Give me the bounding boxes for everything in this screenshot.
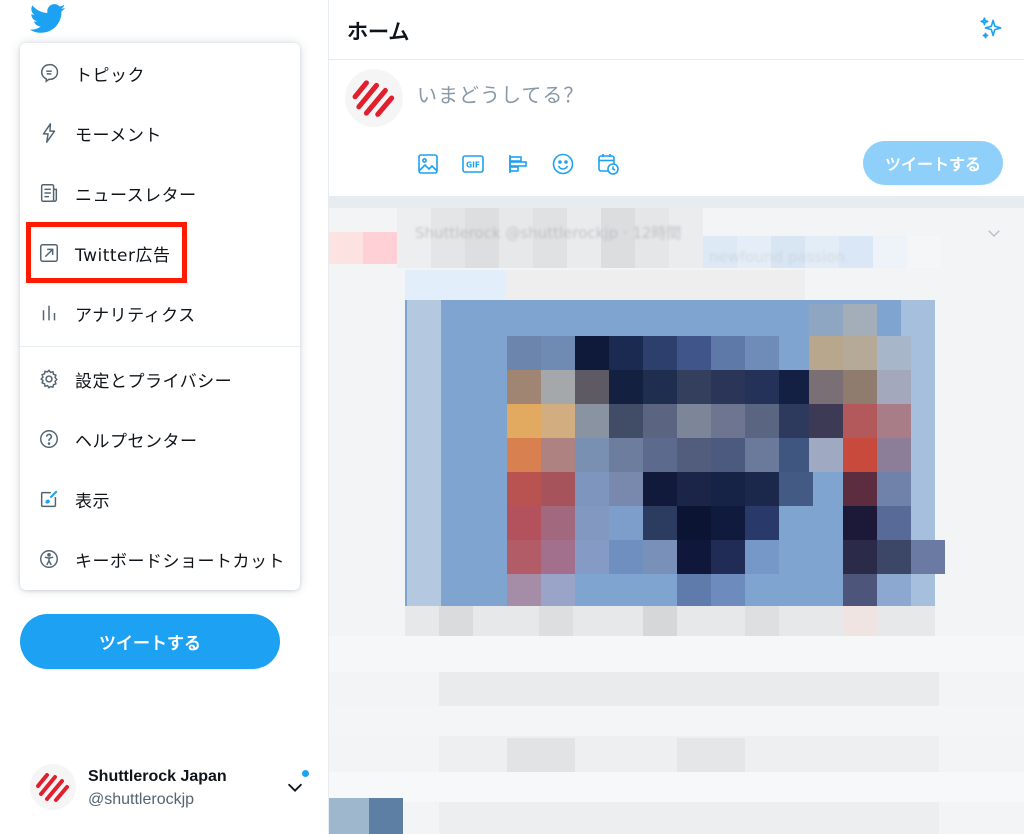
tweet-composer: GIF ツイートする: [329, 61, 1024, 196]
menu-item-label: 表示: [75, 491, 110, 512]
menu-item-label: トピック: [75, 65, 145, 86]
sparkle-icon[interactable]: [979, 16, 1005, 42]
notification-dot: [302, 770, 309, 777]
menu-item-settings-privacy[interactable]: 設定とプライバシー: [20, 351, 300, 407]
left-sidebar: トピック モーメント ニュースレター Twitter広告 アナリティクス 設定と…: [0, 0, 328, 834]
accessibility-icon: [37, 547, 61, 571]
svg-text:GIF: GIF: [466, 161, 480, 170]
more-menu: トピック モーメント ニュースレター Twitter広告 アナリティクス 設定と…: [20, 43, 300, 590]
menu-item-analytics[interactable]: アナリティクス: [20, 285, 300, 341]
emoji-icon[interactable]: [550, 151, 576, 177]
image-icon[interactable]: [415, 151, 441, 177]
tweet-input[interactable]: [417, 83, 977, 107]
schedule-icon[interactable]: [595, 151, 621, 177]
help-icon: [37, 427, 61, 451]
menu-item-help-center[interactable]: ヘルプセンター: [20, 411, 300, 467]
moments-icon: [37, 121, 61, 145]
analytics-icon: [37, 301, 61, 325]
pixelated-tweet[interactable]: Shuttlerock @shuttlerockjp · 12時間 newfou…: [329, 208, 1024, 834]
sidebar-tweet-button[interactable]: ツイートする: [20, 614, 280, 669]
twitter-logo-icon[interactable]: [29, 4, 66, 34]
page-title: ホーム: [347, 20, 410, 44]
timeline-header: ホーム: [329, 0, 1024, 60]
section-divider: [329, 196, 1024, 208]
menu-item-label: モーメント: [75, 125, 162, 146]
poll-icon[interactable]: [505, 151, 531, 177]
menu-item-topics[interactable]: トピック: [20, 45, 300, 101]
composer-tweet-button[interactable]: ツイートする: [863, 141, 1003, 185]
account-name: Shuttlerock Japan: [88, 768, 227, 785]
menu-divider: [20, 346, 300, 347]
chevron-down-icon[interactable]: [985, 224, 1003, 242]
account-switcher[interactable]: Shuttlerock Japan @shuttlerockjp: [30, 758, 320, 818]
menu-item-label: アナリティクス: [75, 305, 196, 326]
newsletters-icon: [37, 181, 61, 205]
menu-item-display[interactable]: 表示: [20, 471, 300, 527]
gif-icon[interactable]: GIF: [460, 151, 486, 177]
menu-item-label: 設定とプライバシー: [75, 371, 233, 392]
topics-icon: [37, 61, 61, 85]
settings-gear-icon: [37, 367, 61, 391]
avatar: [30, 764, 76, 810]
menu-item-label: ヘルプセンター: [75, 431, 198, 452]
highlight-box: [26, 222, 187, 283]
menu-item-moments[interactable]: モーメント: [20, 105, 300, 161]
avatar: [345, 69, 403, 127]
account-handle: @shuttlerockjp: [88, 791, 195, 808]
chevron-down-icon[interactable]: [284, 776, 306, 798]
menu-item-keyboard-shortcuts[interactable]: キーボードショートカット: [20, 531, 300, 587]
menu-item-label: ニュースレター: [75, 185, 197, 206]
main-timeline: ホーム GIF: [328, 0, 1024, 834]
display-icon: [37, 487, 61, 511]
blurred-tweet-header: Shuttlerock @shuttlerockjp · 12時間: [415, 224, 682, 242]
menu-item-label: キーボードショートカット: [75, 551, 285, 572]
menu-item-newsletters[interactable]: ニュースレター: [20, 165, 300, 221]
blurred-tweet-text: newfound passion: [709, 248, 845, 266]
